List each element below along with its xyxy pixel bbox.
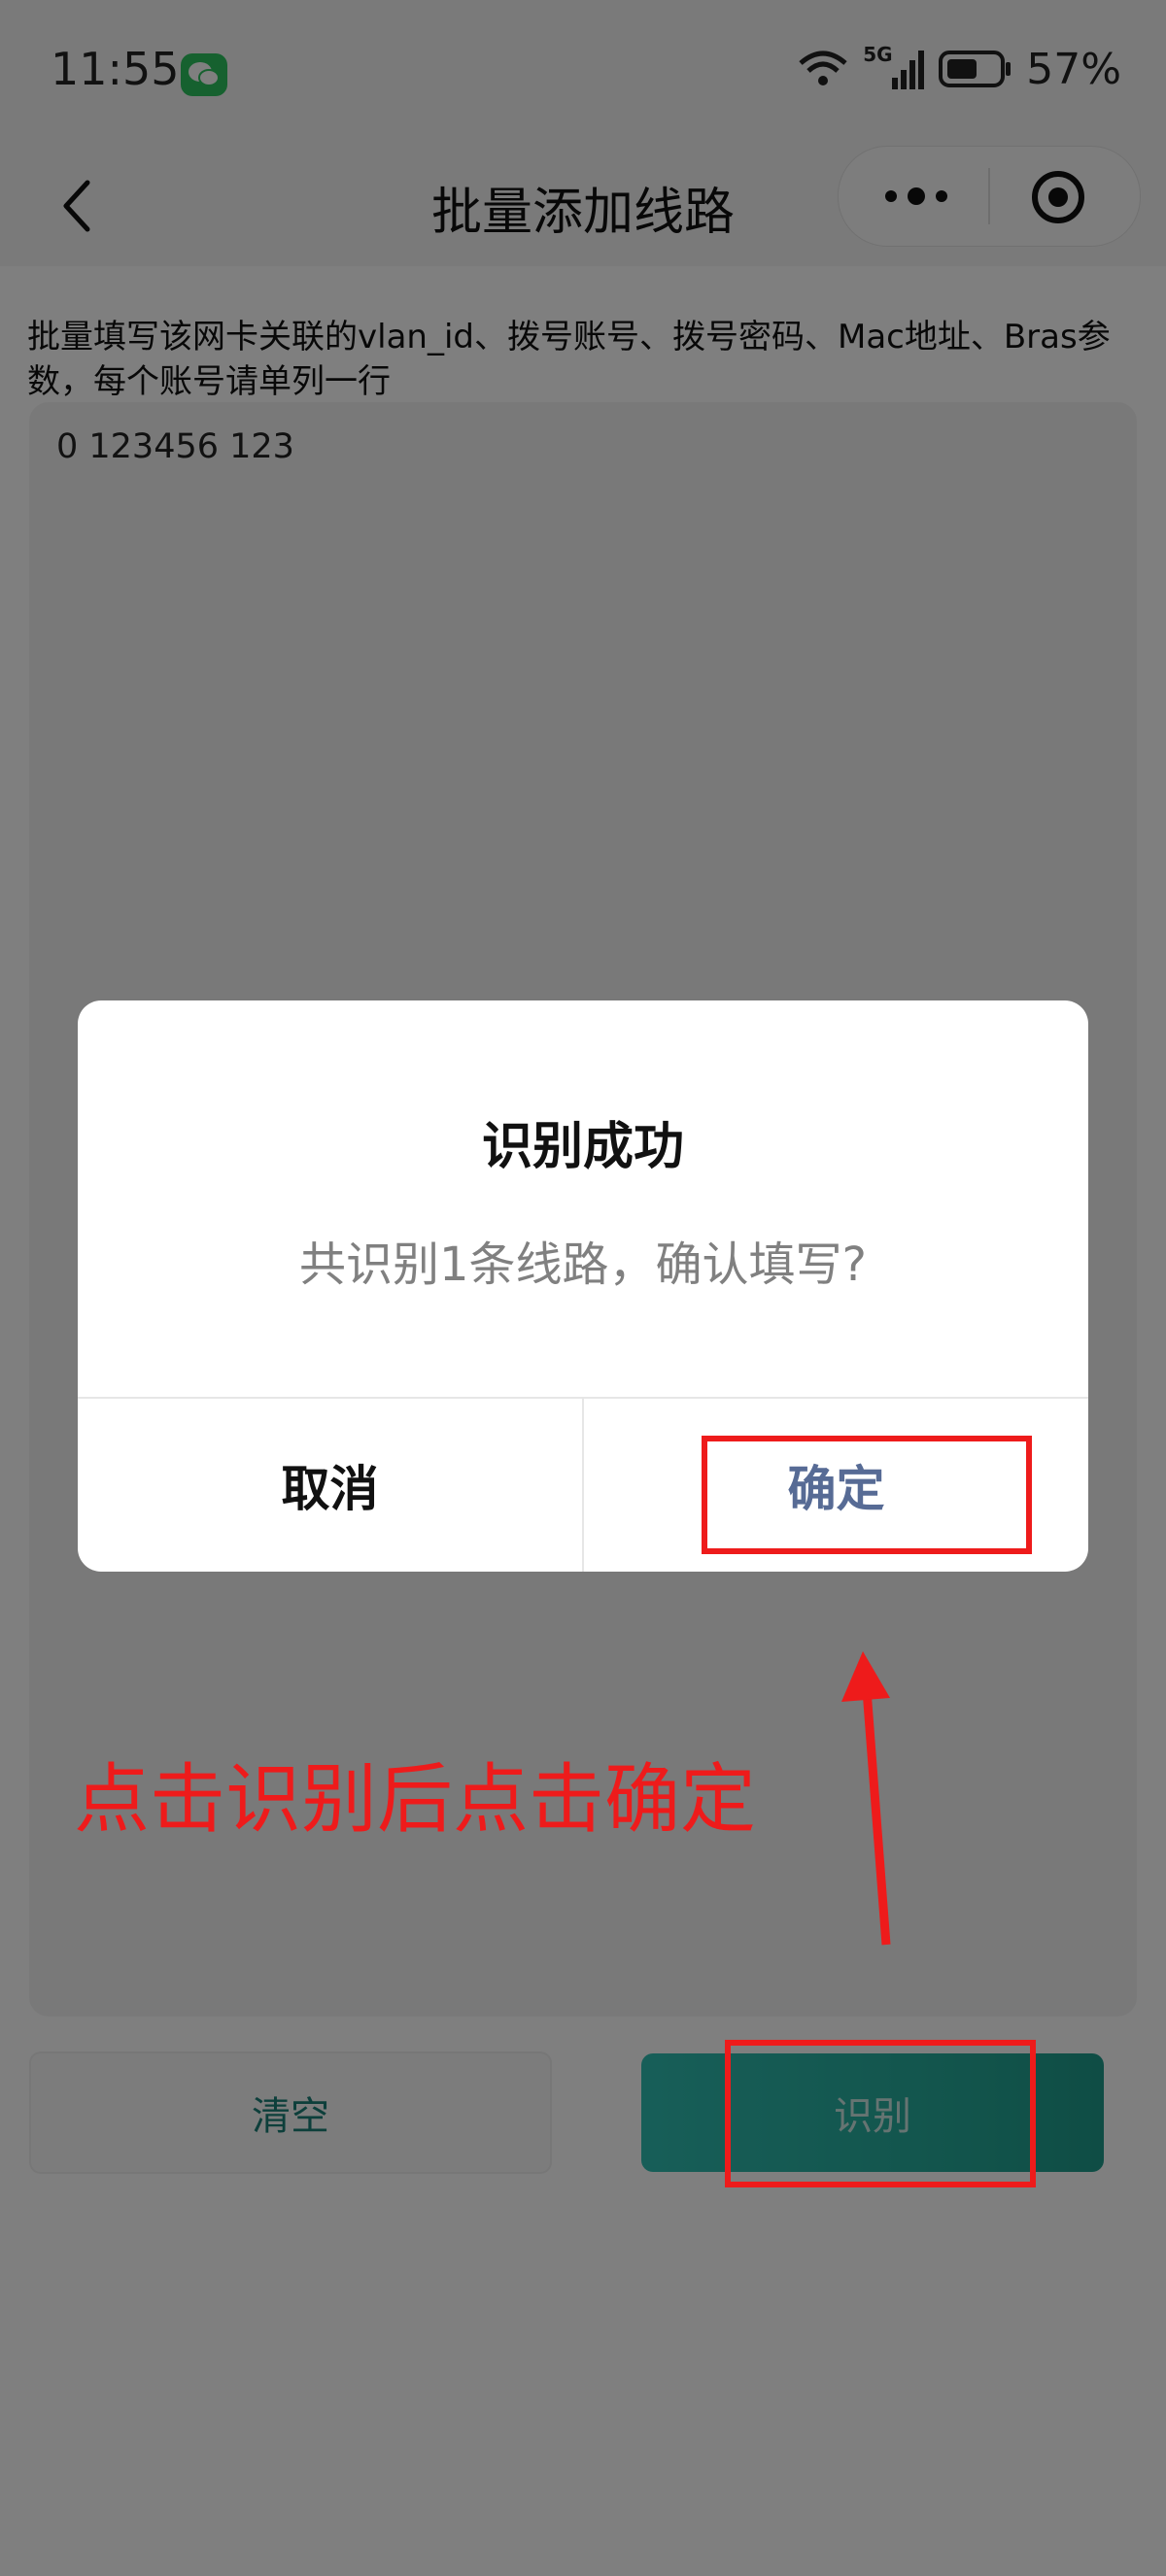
annotation-text: 点击识别后点击确定 [74,1756,757,1844]
annotation-arrow-icon [841,1651,891,1946]
